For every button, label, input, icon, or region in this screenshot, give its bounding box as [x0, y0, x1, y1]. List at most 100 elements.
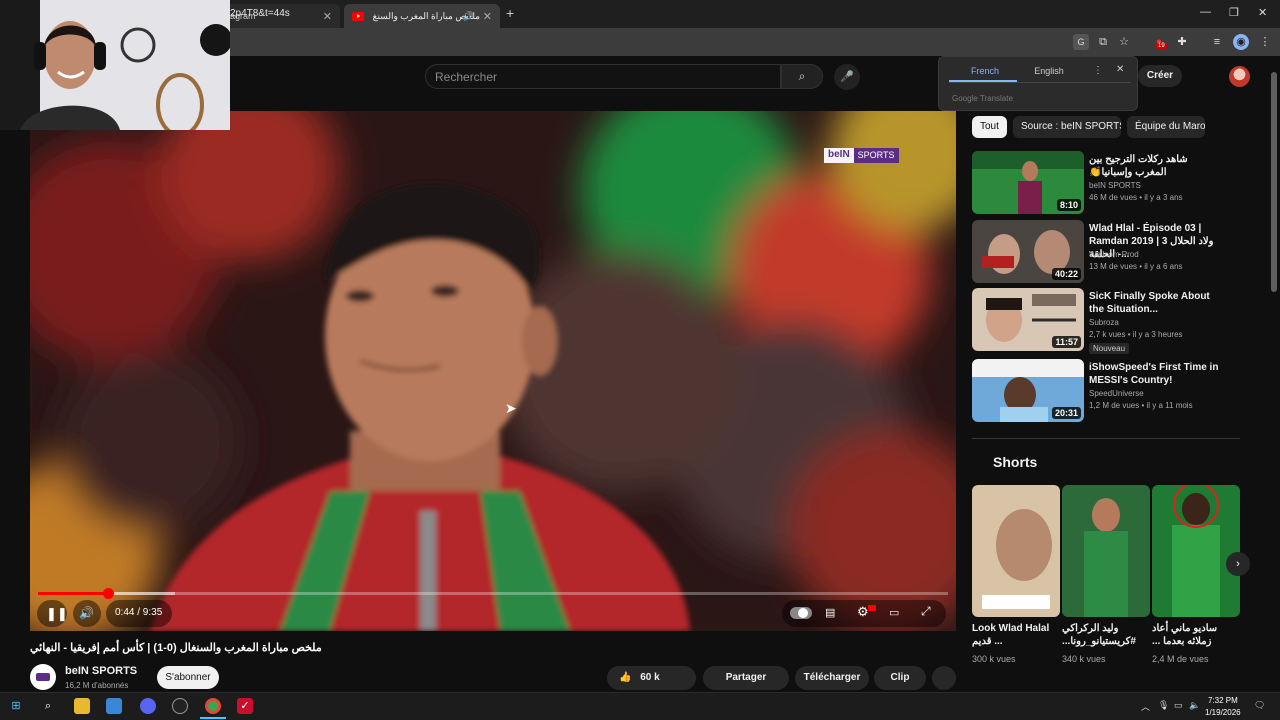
- voice-search-button[interactable]: 🎤: [834, 64, 860, 90]
- search-button[interactable]: ⌕: [781, 64, 823, 89]
- minimize-button[interactable]: —: [1200, 6, 1211, 18]
- create-button[interactable]: Créer: [1138, 65, 1182, 87]
- recommendation-item[interactable]: 40:22 Wlad Hlal - Épisode 03 | Ramdan 20…: [972, 220, 1242, 284]
- app-icon[interactable]: ✓: [237, 698, 253, 714]
- short-thumbnail[interactable]: [972, 485, 1060, 617]
- store-icon[interactable]: [106, 698, 122, 714]
- video-title[interactable]: iShowSpeed's First Time in MESSI's Count…: [1089, 361, 1219, 387]
- recommendation-item[interactable]: 20:31 iShowSpeed's First Time in MESSI's…: [972, 359, 1242, 423]
- network-icon[interactable]: ▭: [1174, 700, 1183, 711]
- discord-icon[interactable]: [140, 698, 156, 714]
- video-title[interactable]: SicK Finally Spoke About the Situation..…: [1089, 290, 1219, 316]
- download-button[interactable]: Télécharger: [795, 666, 869, 690]
- close-tab-icon[interactable]: ✕: [323, 10, 332, 23]
- clip-button[interactable]: Clip: [874, 666, 926, 690]
- divider: [949, 82, 1131, 83]
- duration-badge: 8:10: [1056, 199, 1081, 211]
- subscribe-button[interactable]: S'abonner: [157, 666, 219, 689]
- page-scrollbar[interactable]: [1271, 72, 1277, 292]
- volume-icon[interactable]: 🔈: [1189, 700, 1200, 711]
- share-button[interactable]: Partager: [703, 666, 789, 690]
- tab-youtube-active[interactable]: ملخص مباراة المغرب والسنغ 🔊 ✕: [344, 4, 500, 28]
- extensions-puzzle-icon[interactable]: ✚: [1174, 34, 1190, 50]
- translate-options-icon[interactable]: ⋮: [1093, 65, 1103, 76]
- media-controls-icon[interactable]: ≡: [1209, 34, 1225, 50]
- like-dislike-group[interactable]: 👍 60 k: [607, 666, 696, 690]
- autoplay-toggle[interactable]: [790, 607, 812, 619]
- close-window-button[interactable]: ✕: [1258, 6, 1267, 19]
- clock-time[interactable]: 7:32 PM: [1208, 696, 1238, 705]
- fullscreen-icon[interactable]: ⤢: [921, 604, 931, 619]
- progress-scrubber-handle[interactable]: [102, 588, 114, 599]
- recommendation-item[interactable]: 11:57 SicK Finally Spoke About the Situa…: [972, 288, 1242, 354]
- play-pause-button[interactable]: ❚❚: [37, 600, 68, 627]
- install-app-icon[interactable]: ⧉: [1095, 34, 1111, 50]
- pause-icon: ❚❚: [46, 606, 68, 621]
- microphone-icon[interactable]: 🎙: [1158, 700, 1169, 711]
- duration-badge: 40:22: [1051, 268, 1081, 280]
- close-icon[interactable]: ✕: [1116, 64, 1124, 75]
- bookmark-star-icon[interactable]: ☆: [1116, 34, 1132, 50]
- shorts-next-button[interactable]: ›: [1226, 552, 1250, 576]
- profile-icon[interactable]: ◉: [1233, 34, 1249, 50]
- active-app-indicator: [200, 717, 226, 719]
- video-player[interactable]: [30, 111, 956, 631]
- mute-button[interactable]: 🔊: [73, 600, 101, 627]
- chip-source[interactable]: Source : beIN SPORTS: [1013, 116, 1121, 138]
- video-title[interactable]: شاهد ركلات الترجيح بين المغرب وإسبانيا👏: [1089, 153, 1219, 179]
- translate-popup: French English Google Translate ⋮ ✕: [938, 56, 1138, 111]
- translate-icon[interactable]: G: [1073, 34, 1089, 50]
- tray-overflow-icon[interactable]: ︿: [1141, 700, 1150, 713]
- file-explorer-icon[interactable]: [74, 698, 90, 714]
- volume-icon: 🔊: [79, 606, 94, 620]
- hd-badge: [868, 605, 876, 611]
- chip-all[interactable]: Tout: [972, 116, 1007, 138]
- clock-date[interactable]: 1/19/2026: [1205, 708, 1241, 717]
- search-icon: ⌕: [798, 69, 806, 83]
- video-progress-bar[interactable]: [38, 588, 948, 599]
- close-tab-icon[interactable]: ✕: [483, 10, 492, 23]
- url-text[interactable]: 2p4T8&t=44s: [230, 8, 290, 19]
- short-title[interactable]: ساديو ماني أعاد زملائه بعدما ...: [1152, 622, 1238, 648]
- obs-icon[interactable]: [172, 698, 188, 714]
- channel-name[interactable]: beIN SPORTS: [1089, 181, 1141, 190]
- channel-avatar[interactable]: [30, 664, 56, 690]
- chip-maroc[interactable]: Équipe du Maroc: [1127, 116, 1205, 138]
- channel-name[interactable]: Subroza: [1089, 318, 1119, 327]
- settings-gear-icon[interactable]: ⚙: [857, 604, 869, 620]
- recommendation-item[interactable]: 8:10 شاهد ركلات الترجيح بين المغرب وإسبا…: [972, 151, 1242, 215]
- windows-start-icon[interactable]: ⊞: [8, 698, 24, 714]
- short-title[interactable]: وليد الركراكي #كريستيانو_رونا...: [1062, 622, 1148, 648]
- theater-mode-icon[interactable]: ▭: [889, 606, 899, 619]
- more-actions-button[interactable]: [932, 666, 956, 690]
- search-input[interactable]: Rechercher: [425, 64, 781, 89]
- short-views: 2,4 M de vues: [1152, 654, 1209, 664]
- new-badge: Nouveau: [1089, 343, 1130, 354]
- notifications-icon[interactable]: 🗨: [1254, 700, 1265, 711]
- search-icon[interactable]: ⌕: [40, 698, 56, 714]
- channel-name[interactable]: Wellcom Prod: [1089, 250, 1139, 259]
- video-thumbnail[interactable]: 11:57: [972, 288, 1084, 351]
- menu-dots-icon[interactable]: ⋮: [1257, 34, 1273, 50]
- short-thumbnail[interactable]: [1152, 485, 1240, 617]
- subtitles-icon[interactable]: ▤: [825, 606, 835, 619]
- video-thumbnail[interactable]: 40:22: [972, 220, 1084, 283]
- video-thumbnail[interactable]: 20:31: [972, 359, 1084, 422]
- audio-playing-icon[interactable]: 🔊: [463, 11, 474, 22]
- video-thumbnail[interactable]: 8:10: [972, 151, 1084, 214]
- translate-french-tab[interactable]: French: [951, 66, 1019, 76]
- short-title[interactable]: Look Wlad Halal قديم ...: [972, 622, 1058, 648]
- chrome-icon[interactable]: [205, 698, 221, 714]
- progress-played: [38, 592, 108, 595]
- short-thumbnail[interactable]: [1062, 485, 1150, 617]
- user-avatar[interactable]: [1229, 66, 1250, 87]
- channel-name[interactable]: beIN SPORTS: [65, 665, 137, 677]
- microphone-icon: 🎤: [840, 71, 854, 83]
- new-tab-button[interactable]: +: [506, 5, 514, 21]
- shorts-heading: Shorts: [993, 454, 1038, 470]
- short-image: [972, 485, 1060, 617]
- maximize-button[interactable]: ❐: [1229, 6, 1239, 19]
- channel-name[interactable]: SpeedUniverse: [1089, 389, 1144, 398]
- translate-english-tab[interactable]: English: [1019, 66, 1079, 76]
- thumbs-up-icon[interactable]: 👍: [619, 672, 631, 683]
